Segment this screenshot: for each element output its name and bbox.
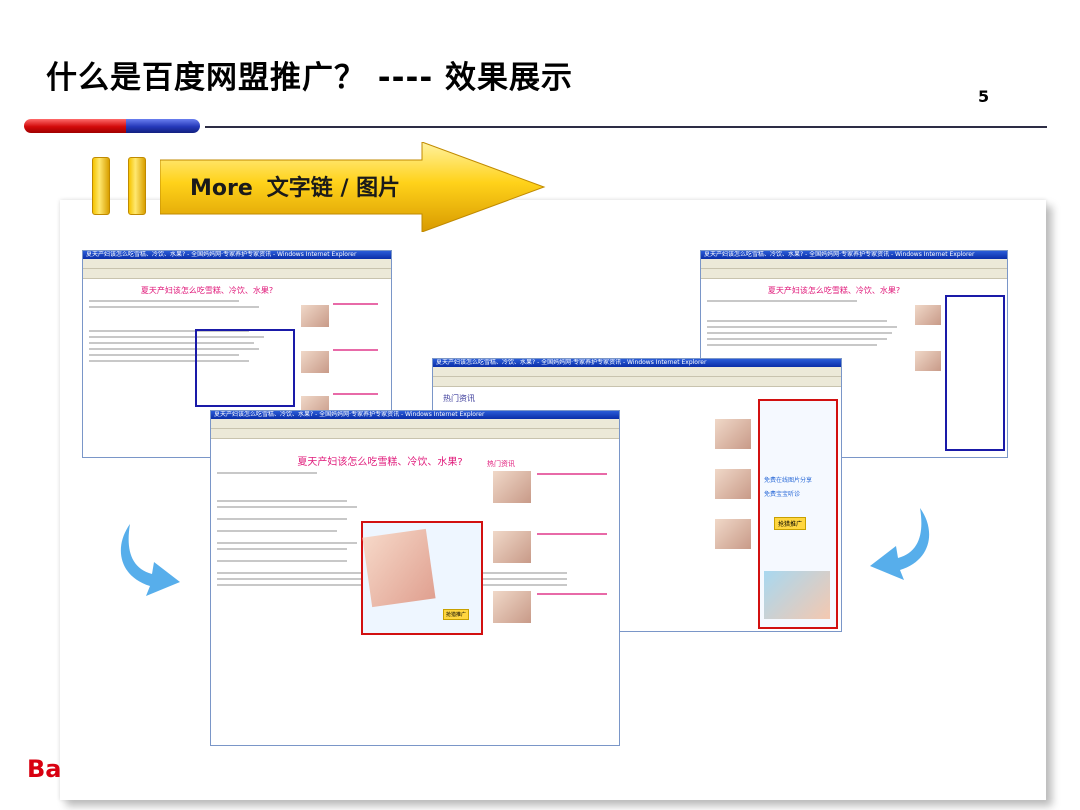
- ad-button-front[interactable]: 抢猎推广: [443, 609, 470, 620]
- slide-title: 什么是百度网盟推广？ ---- 效果展示: [46, 60, 574, 96]
- decor-bar-blue: [126, 119, 200, 133]
- decor-tick-1: [92, 157, 110, 215]
- article-headline: 夏天产妇该怎么吃雪糕、冷饮、水果?: [140, 286, 274, 295]
- baidu-logo-partial: Ba: [27, 755, 62, 783]
- decor-bar-red: [24, 119, 134, 133]
- hot-reading-front: 热门资讯: [487, 460, 515, 468]
- image-ad-highlight-middle: 免费在线图片分享 免费宝宝听诊 抢猎推广: [758, 399, 838, 629]
- decor-tick-2: [128, 157, 146, 215]
- article-headline-front: 夏天产妇该怎么吃雪糕、冷饮、水果?: [297, 457, 463, 468]
- ad-button[interactable]: 抢猎推广: [774, 517, 807, 530]
- banner-label: More 文字链 / 图片: [190, 170, 400, 202]
- banner-caption: 文字链 / 图片: [266, 176, 401, 201]
- curved-arrow-left-icon: [120, 524, 180, 596]
- ad-link-2[interactable]: 免费宝宝听诊: [764, 489, 800, 498]
- screenshot-stage: 夏天产妇该怎么吃雪糕、冷饮、水果? - 全国妈妈网·专家养护专家资讯 - Win…: [60, 200, 1046, 800]
- text-ad-highlight-left: [195, 329, 295, 407]
- banner-more-label: More: [190, 176, 253, 201]
- image-ad-highlight-front: 抢猎推广: [361, 521, 483, 635]
- text-ad-highlight-right: [945, 295, 1005, 451]
- window-title-bar: 夏天产妇该怎么吃雪糕、冷饮、水果? - 全国妈妈网·专家养护专家资讯 - Win…: [83, 251, 391, 259]
- ad-link-1[interactable]: 免费在线图片分享: [764, 475, 812, 484]
- page-number: 5: [978, 87, 990, 106]
- title-rule: [205, 126, 1047, 128]
- curved-arrow-right-icon: [870, 508, 930, 580]
- browser-window-front: 夏天产妇该怎么吃雪糕、冷饮、水果? - 全国妈妈网·专家养护专家资讯 - Win…: [210, 410, 620, 746]
